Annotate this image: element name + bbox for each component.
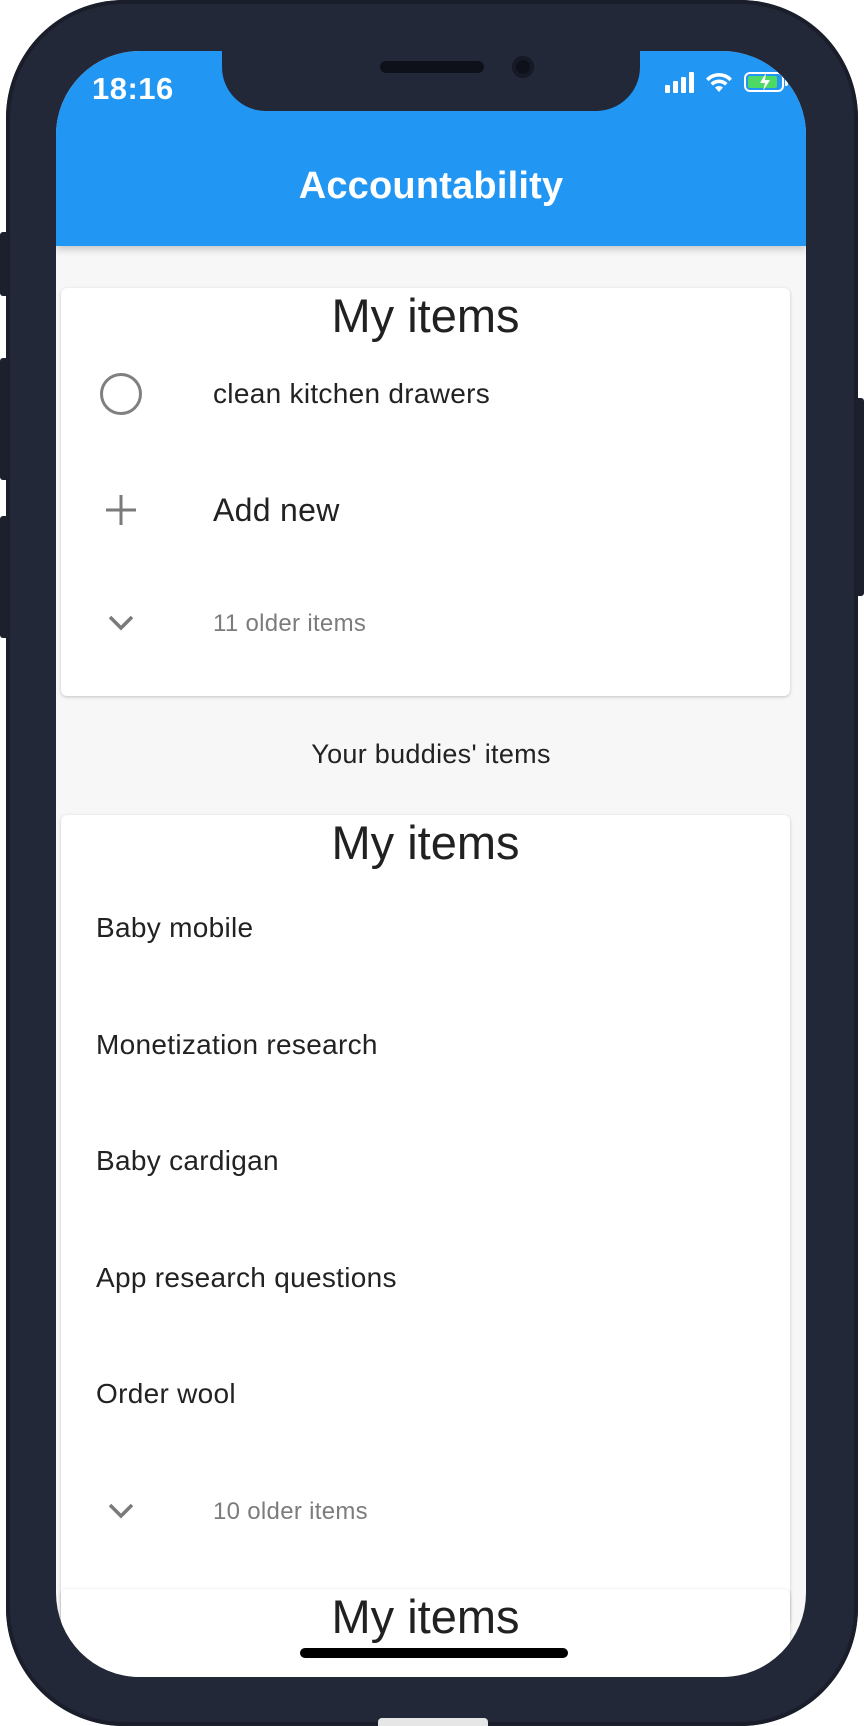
item-label: clean kitchen drawers <box>213 378 491 409</box>
radio-unchecked-icon[interactable] <box>97 370 145 418</box>
status-icons <box>665 71 788 93</box>
card-title: My items <box>331 816 520 869</box>
screen: 18:16 Accountability My items clean kitc… <box>56 51 806 1677</box>
list-item[interactable]: App research questions <box>61 1262 790 1302</box>
third-items-card: My items <box>61 1589 790 1677</box>
status-time: 18:16 <box>92 71 174 106</box>
add-new-row[interactable]: Add new <box>61 486 790 536</box>
plus-icon <box>97 486 145 534</box>
speaker-grille <box>380 61 484 73</box>
add-new-label: Add new <box>213 492 340 528</box>
home-indicator[interactable] <box>300 1648 568 1658</box>
list-item[interactable]: Order wool <box>61 1378 790 1418</box>
list-item[interactable]: Baby cardigan <box>61 1145 790 1185</box>
item-label: Baby cardigan <box>96 1145 279 1176</box>
item-label: App research questions <box>96 1262 397 1293</box>
list-item[interactable]: Baby mobile <box>61 912 790 952</box>
older-items-label: 10 older items <box>213 1498 368 1525</box>
silent-switch <box>0 232 9 296</box>
volume-up-button <box>0 358 9 480</box>
battery-icon <box>744 72 788 92</box>
older-items-toggle[interactable]: 11 older items <box>61 603 790 643</box>
app-bar: 18:16 Accountability <box>56 51 806 246</box>
app-title: Accountability <box>298 165 564 207</box>
notch <box>222 51 640 111</box>
wifi-icon <box>706 72 732 92</box>
item-label: Monetization research <box>96 1029 378 1060</box>
list-item[interactable]: Monetization research <box>61 1029 790 1069</box>
buddies-heading: Your buddies' items <box>311 739 551 769</box>
buddy-items-card: My items Baby mobile Monetization resear… <box>61 815 790 1625</box>
list-item[interactable]: clean kitchen drawers <box>61 370 790 420</box>
older-items-toggle[interactable]: 10 older items <box>61 1491 790 1531</box>
front-camera <box>512 56 534 78</box>
chevron-down-icon <box>97 603 145 643</box>
card-title: My items <box>331 289 520 342</box>
item-label: Baby mobile <box>96 912 254 943</box>
item-label: Order wool <box>96 1378 236 1409</box>
signal-icon <box>665 71 694 93</box>
card-title: My items <box>331 1590 520 1643</box>
volume-down-button <box>0 516 9 638</box>
my-items-card: My items clean kitchen drawers Add new 1… <box>61 288 790 696</box>
power-button <box>855 398 864 596</box>
older-items-label: 11 older items <box>213 610 367 637</box>
chevron-down-icon <box>97 1491 145 1531</box>
bottom-edge <box>378 1718 488 1726</box>
